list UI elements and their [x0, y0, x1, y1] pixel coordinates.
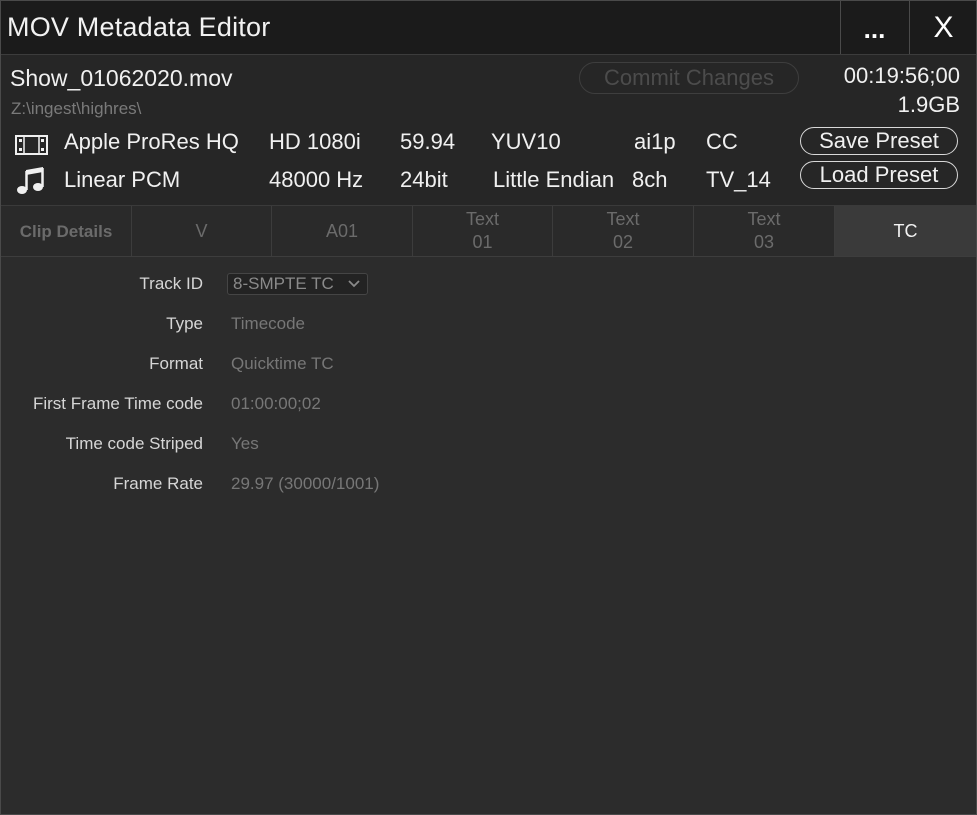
audio-bit-depth: 24bit	[400, 167, 448, 192]
timecode-striped-label: Time code Striped	[65, 434, 203, 453]
tab-text-03[interactable]: Text 03	[694, 206, 835, 256]
tab-text-02[interactable]: Text 02	[553, 206, 694, 256]
audio-sample-rate: 48000 Hz	[269, 167, 364, 192]
commit-changes-button[interactable]: Commit Changes	[579, 62, 799, 94]
mov-metadata-editor-window: MOV Metadata Editor ... X Show_01062020.…	[0, 0, 977, 815]
title-bar: MOV Metadata Editor ... X	[1, 1, 976, 55]
first-frame-timecode-label: First Frame Time code	[32, 394, 203, 413]
frame-rate-label: Frame Rate	[113, 474, 203, 493]
chevron-down-icon	[347, 276, 361, 296]
video-resolution: HD 1080i	[269, 129, 361, 154]
tab-tc[interactable]: TC	[835, 206, 976, 256]
load-preset-button[interactable]: Load Preset	[800, 161, 958, 189]
track-id-label: Track ID	[139, 274, 203, 293]
track-id-value: 8-SMPTE TC	[233, 274, 334, 293]
music-note-icon	[16, 165, 46, 203]
tab-v[interactable]: V	[132, 206, 272, 256]
window-title: MOV Metadata Editor	[7, 12, 271, 42]
timecode-striped-value: Yes	[231, 434, 259, 453]
type-label: Type	[166, 314, 203, 333]
tab-text-01[interactable]: Text 01	[413, 206, 553, 256]
file-name: Show_01062020.mov	[10, 65, 233, 91]
file-path: Z:\ingest\highres\	[11, 99, 142, 118]
video-summary-row: Apple ProRes HQ HD 1080i 59.94 YUV10 ai1…	[1, 129, 801, 161]
audio-channels: 8ch	[632, 167, 668, 192]
file-size: 1.9GB	[897, 92, 960, 117]
audio-endianness: Little Endian	[493, 167, 615, 192]
tc-details-panel: Track ID 8-SMPTE TC Type Timecode Format…	[1, 257, 976, 814]
captions-indicator: CC	[706, 129, 738, 154]
format-label: Format	[149, 354, 203, 373]
file-info-header: Show_01062020.mov Z:\ingest\highres\ Com…	[1, 55, 976, 206]
close-button[interactable]: X	[909, 1, 977, 54]
tab-clip-details[interactable]: Clip Details	[1, 206, 132, 256]
video-frame-rate: 59.94	[400, 129, 456, 154]
file-duration: 00:19:56;00	[843, 63, 960, 88]
tab-a01[interactable]: A01	[272, 206, 413, 256]
save-preset-button[interactable]: Save Preset	[800, 127, 958, 155]
type-value: Timecode	[231, 314, 306, 333]
track-tabs: Clip Details V A01 Text 01 Text 02 Text …	[1, 206, 976, 257]
video-codec: Apple ProRes HQ	[64, 129, 239, 154]
format-value: Quicktime TC	[231, 354, 334, 373]
video-color-format: YUV10	[491, 129, 561, 154]
track-id-select[interactable]: 8-SMPTE TC	[227, 273, 368, 295]
content-rating: TV_14	[706, 167, 771, 192]
audio-summary-row: Linear PCM 48000 Hz 24bit Little Endian …	[1, 167, 801, 199]
video-fourcc: ai1p	[634, 129, 676, 154]
first-frame-timecode-value: 01:00:00;02	[231, 394, 321, 413]
film-icon	[15, 135, 48, 161]
frame-rate-value: 29.97 (30000/1001)	[231, 474, 380, 493]
audio-codec: Linear PCM	[64, 167, 181, 192]
more-options-button[interactable]: ...	[840, 1, 908, 54]
